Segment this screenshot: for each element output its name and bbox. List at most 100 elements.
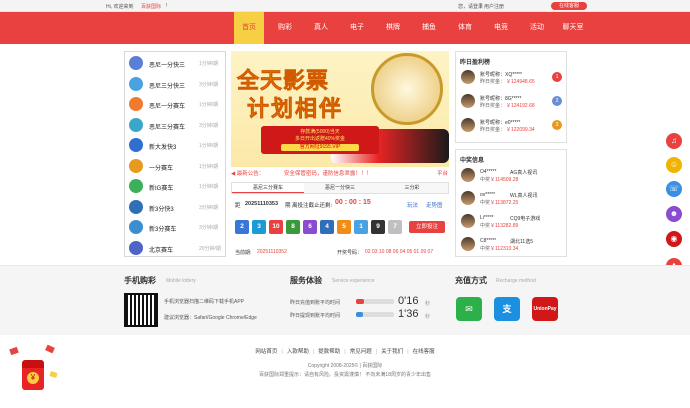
rank-amount-label: 昨日奖金： bbox=[480, 79, 506, 85]
lottery-name: 恶尼一分赛车 bbox=[149, 104, 186, 110]
user-icon[interactable]: ☻ bbox=[666, 206, 682, 222]
lottery-row[interactable]: 恶尼一分快三 1分钟/期 bbox=[125, 53, 225, 73]
tab-lottery-2[interactable]: 恶尼一分快三 bbox=[304, 183, 376, 193]
countdown-timer: 00 : 00 : 15 bbox=[335, 199, 371, 206]
nav-item-6[interactable]: 体育 bbox=[450, 12, 480, 44]
chat-icon[interactable]: ☺ bbox=[666, 157, 682, 173]
tab-lottery-3[interactable]: 三分彩 bbox=[376, 183, 448, 193]
rank-amount-label: 昨日奖金： bbox=[480, 103, 506, 109]
winner-amount: ￥113282.89 bbox=[490, 223, 519, 229]
mobile-line1: 手机浏览器扫描二维码下载手机APP bbox=[164, 299, 245, 305]
period-label: 当前期: bbox=[235, 250, 252, 256]
bell-icon[interactable]: ♫ bbox=[666, 133, 682, 149]
topbar-sep: | bbox=[480, 3, 482, 9]
profit-rank-panel: 昨日盈利榜 账号昵称：XQ***** 昨日奖金： ￥124948.65 1 账号昵称：8… bbox=[455, 51, 567, 143]
nav-item-8[interactable]: 活动 bbox=[522, 12, 552, 44]
greeting-sep: ! bbox=[166, 3, 168, 9]
winner-amount: ￥112313.34 bbox=[490, 246, 519, 252]
footer-link[interactable]: 关于我们 bbox=[377, 349, 407, 355]
lottery-row[interactable]: 恶尼三分快三 3分钟/期 bbox=[125, 74, 225, 94]
nav-item-3[interactable]: 电子 bbox=[342, 12, 372, 44]
banner-promo-line1: 存款满(5000)当天 bbox=[300, 129, 340, 135]
register-link[interactable]: 用户注册 bbox=[484, 3, 504, 10]
red-envelope-widget[interactable]: ¥ bbox=[6, 338, 62, 400]
bet-now-button[interactable]: 立即投注 bbox=[409, 221, 445, 233]
winner-game: WL真人视讯 bbox=[510, 193, 538, 199]
top-bar: Hi, 欢迎来到 百获国际 ! 您，请登录 | 用户注册 在线客服 bbox=[0, 0, 690, 12]
footer-link[interactable]: 提款帮助 bbox=[314, 349, 344, 355]
service-row1-label: 昨日充值到账平均时间 bbox=[290, 300, 341, 306]
result-numbers: 02 03 10 08 06 04 05 01 09 07 bbox=[365, 249, 434, 255]
lottery-row[interactable]: 恶尼一分赛车 1分钟/期 bbox=[125, 94, 225, 114]
footer-links: 网站首页 | 入款帮助 | 提款帮助 | 常见问题 | 关于我们 | 在线客服 bbox=[0, 347, 690, 356]
user-avatar bbox=[461, 94, 475, 108]
wheel-icon[interactable]: ◉ bbox=[666, 231, 682, 247]
winners-panel: 中奖信息 O4***** AG真人视讯 中奖 ￥114509.28 ov***** WL真… bbox=[455, 149, 567, 257]
lottery-row[interactable]: 新大发快3 1分钟/期 bbox=[125, 135, 225, 155]
service-unit-2: 秒 bbox=[425, 314, 431, 320]
footer-link[interactable]: 在线客服 bbox=[409, 349, 439, 355]
nav-item-7[interactable]: 电竞 bbox=[486, 12, 516, 44]
trend-link[interactable]: 走势图 bbox=[426, 201, 443, 209]
lottery-dice-icon bbox=[129, 138, 143, 152]
banner-promo-line2: 多日开出返赠40%奖金 bbox=[294, 136, 345, 142]
lottery-row[interactable]: 恶尼三分赛车 3分钟/期 bbox=[125, 115, 225, 135]
rank-user-name: 账号昵称：XQ***** bbox=[480, 72, 522, 78]
nav-item-9[interactable]: 聊天室 bbox=[558, 12, 588, 44]
lottery-cage-image bbox=[371, 53, 443, 125]
rank-title: 昨日盈利榜 bbox=[460, 60, 491, 66]
lottery-row[interactable]: 新3分快3 3分钟/期 bbox=[125, 197, 225, 217]
nav-item-2[interactable]: 真人 bbox=[306, 12, 336, 44]
lottery-row[interactable]: 一分赛车 1分钟/期 bbox=[125, 156, 225, 176]
lottery-list: 恶尼一分快三 1分钟/期 恶尼三分快三 3分钟/期 恶尼一分赛车 1分钟/期 恶尼三分赛车 3… bbox=[124, 51, 226, 257]
nav-item-0[interactable]: 首页 bbox=[234, 12, 264, 44]
footer-link[interactable]: 常见问题 bbox=[346, 349, 376, 355]
nav-item-5[interactable]: 捕鱼 bbox=[414, 12, 444, 44]
rank-medal-icon: 3 bbox=[552, 120, 562, 130]
lottery-name: 恶尼三分赛车 bbox=[149, 124, 186, 131]
winner-label: 中奖 bbox=[480, 177, 491, 183]
lottery-interval: 1分钟/期 bbox=[199, 61, 219, 67]
rank-amount: ￥124948.65 bbox=[506, 79, 535, 85]
lottery-row[interactable]: 新IG赛车 1分钟/期 bbox=[125, 176, 225, 196]
rules-link[interactable]: 玩法 bbox=[407, 201, 418, 209]
service-time-2: 1'36 bbox=[398, 308, 419, 320]
notice-label: 最新公告： bbox=[236, 171, 265, 177]
service-title: 服务体验 bbox=[290, 276, 322, 285]
lottery-row[interactable]: 新3分赛车 3分钟/期 bbox=[125, 217, 225, 237]
nav-item-4[interactable]: 棋牌 bbox=[378, 12, 408, 44]
winner-label: 中奖 bbox=[480, 223, 491, 229]
payment-subtitle: Recharge method bbox=[496, 278, 536, 284]
result-ball: 9 bbox=[371, 220, 385, 234]
winner-label: 中奖 bbox=[480, 200, 491, 206]
notice-text: 安全保管密码，谨防信息泄露！！！ bbox=[283, 171, 372, 177]
footer-link[interactable]: 网站首页 bbox=[251, 349, 281, 355]
winner-amount: ￥114509.28 bbox=[490, 177, 519, 183]
result-ball: 6 bbox=[303, 220, 317, 234]
lottery-interval: 3分钟/期 bbox=[199, 122, 219, 129]
winner-game: 湖北11选5 bbox=[510, 239, 533, 245]
promo-banner[interactable]: 全天影票 计划相伴 存款满(5000)当天 多日开出返赠40%奖金 官方网址91… bbox=[231, 51, 449, 167]
result-ball: 2 bbox=[235, 220, 249, 234]
qr-code-image bbox=[124, 293, 158, 327]
lottery-dice-icon bbox=[129, 76, 143, 91]
copyright-text: Copyright 2008-2025© | 百获国际 bbox=[307, 363, 383, 369]
red-envelope-icon: ¥ bbox=[22, 360, 44, 390]
mobile-title: 手机购彩 bbox=[124, 276, 156, 285]
service-icon[interactable]: ☏ bbox=[666, 181, 682, 197]
tab-lottery-1[interactable]: 恶尼三分赛车 bbox=[232, 183, 304, 193]
lottery-row[interactable]: 北京赛车 20分钟/期 bbox=[125, 238, 225, 258]
announcement-bar[interactable]: ◀ 最新公告： 安全保管密码，谨防信息泄露！！！ 平台 bbox=[231, 169, 449, 179]
service-row2-label: 昨日提现到账平均时间 bbox=[290, 313, 341, 319]
lottery-tabs: 恶尼三分赛车 恶尼一分快三 三分彩 bbox=[231, 182, 449, 194]
footer-link[interactable]: 入款帮助 bbox=[283, 349, 313, 355]
draw-label: 距 bbox=[235, 203, 241, 209]
online-service-button[interactable]: 在线客服 bbox=[551, 2, 587, 10]
greeting-text: Hi, 欢迎来到 bbox=[106, 4, 134, 10]
nav-item-1[interactable]: 购彩 bbox=[270, 12, 300, 44]
brand-link[interactable]: 百获国际 bbox=[141, 3, 161, 10]
user-avatar bbox=[461, 214, 475, 228]
winners-title: 中奖信息 bbox=[460, 158, 485, 164]
lottery-dice-icon bbox=[129, 220, 143, 234]
winner-name: Li***** bbox=[480, 215, 494, 221]
